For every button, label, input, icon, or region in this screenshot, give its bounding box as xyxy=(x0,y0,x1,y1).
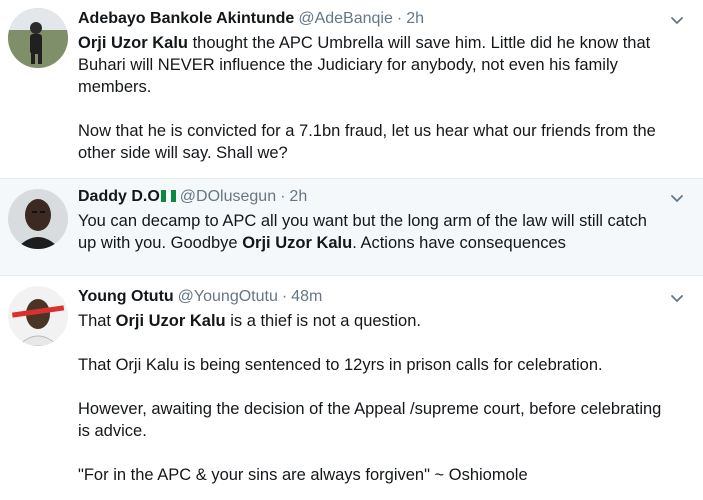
author-handle[interactable]: @DOlusegun xyxy=(180,188,276,205)
mention-bold: Orji Uzor Kalu xyxy=(115,312,226,330)
author-handle[interactable]: @YoungOtutu xyxy=(178,288,278,305)
chevron-down-icon[interactable] xyxy=(669,290,685,306)
mention-bold: Orji Uzor Kalu xyxy=(78,34,189,52)
paragraph: That Orji Kalu is being sentenced to 12y… xyxy=(78,356,603,374)
separator-dot: · xyxy=(280,188,286,205)
paragraph: However, awaiting the decision of the Ap… xyxy=(78,400,662,440)
timestamp[interactable]: 2h xyxy=(289,188,307,205)
timestamp[interactable]: 48m xyxy=(291,288,322,305)
avatar[interactable] xyxy=(8,8,68,68)
author-name[interactable]: Adebayo Bankole Akintunde xyxy=(78,10,294,27)
paragraph: "For in the APC & your sins are always f… xyxy=(78,466,528,484)
chevron-down-icon[interactable] xyxy=(669,12,685,28)
text-segment: That xyxy=(78,312,116,330)
separator-dot: · xyxy=(396,10,403,27)
author-name[interactable]: Daddy D.O xyxy=(78,188,160,205)
author-handle[interactable]: @AdeBanqie xyxy=(298,10,393,27)
mention-bold: Orji Uzor Kalu xyxy=(242,234,353,252)
tweet-1[interactable]: Adebayo Bankole Akintunde @AdeBanqie · 2h O… xyxy=(0,0,703,179)
avatar[interactable] xyxy=(8,189,68,249)
text-segment: . Actions have consequences xyxy=(352,234,566,252)
tweet-2[interactable]: Daddy D.O @DOlusegun · 2h You can decamp to… xyxy=(0,179,703,276)
tweet-text: You can decamp to APC all you want but t… xyxy=(78,210,663,254)
avatar[interactable] xyxy=(8,286,68,346)
author-name[interactable]: Young Otutu xyxy=(78,288,174,305)
nigeria-flag-icon xyxy=(160,190,176,202)
tweet-text: Orji Uzor Kalu thought the APC Umbrella … xyxy=(78,32,663,164)
tweet-text: That Orji Uzor Kalu is a thief is not a … xyxy=(78,310,663,486)
timestamp[interactable]: 2h xyxy=(406,10,424,27)
separator-dot: · xyxy=(281,288,288,305)
tweet-3[interactable]: Young Otutu @YoungOtutu · 48m That Orji Uzo… xyxy=(0,276,703,500)
text-segment: is a thief is not a question. xyxy=(225,312,421,330)
paragraph: Now that he is convicted for a 7.1bn fra… xyxy=(78,122,656,162)
chevron-down-icon[interactable] xyxy=(669,190,685,206)
